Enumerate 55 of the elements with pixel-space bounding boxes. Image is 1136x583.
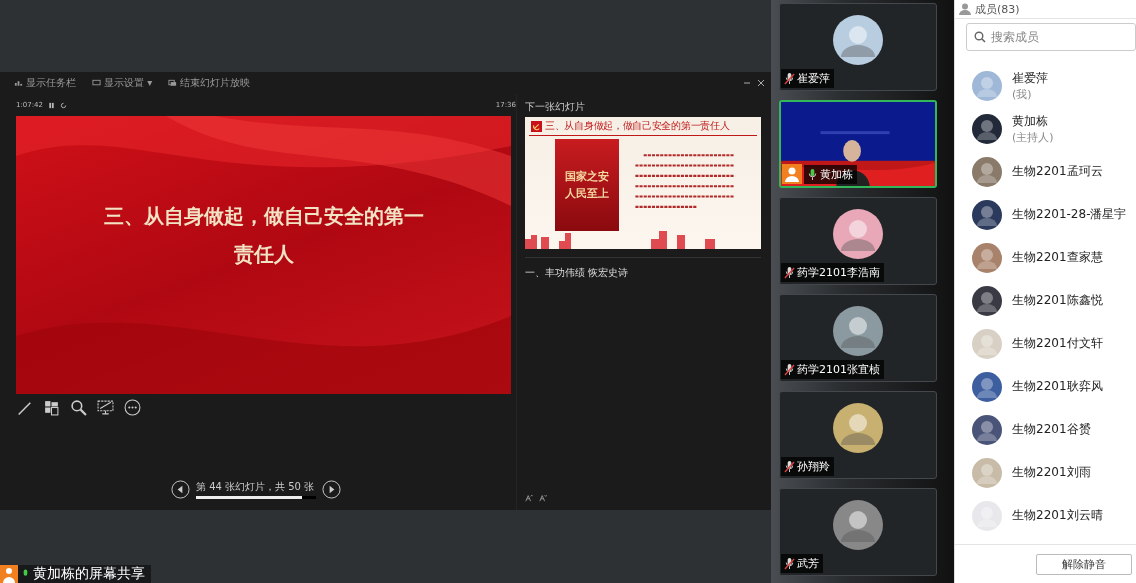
pause-icon[interactable] bbox=[48, 101, 55, 109]
next-slide-label: 下一张幻灯片 bbox=[525, 100, 586, 114]
member-item[interactable]: 生物2201耿弈风 bbox=[955, 365, 1136, 408]
minimize-icon[interactable] bbox=[743, 79, 751, 87]
slide-heading: 三、从自身做起，做自己安全的第一责任人 bbox=[545, 119, 730, 133]
video-tile[interactable]: 武芳 bbox=[779, 488, 937, 576]
search-icon bbox=[974, 31, 986, 43]
slides-grid-icon[interactable] bbox=[43, 399, 60, 416]
member-item[interactable]: 生物2201刘雨 bbox=[955, 451, 1136, 494]
display-icon bbox=[92, 79, 101, 87]
poster-title: 国家之安 bbox=[565, 169, 609, 184]
next-slide-icon[interactable] bbox=[322, 479, 341, 499]
member-item[interactable]: 生物2201查家慧 bbox=[955, 236, 1136, 279]
member-item[interactable]: 黄加栋 (主持人) bbox=[955, 107, 1136, 150]
previous-slide-icon[interactable] bbox=[171, 479, 190, 499]
video-tile[interactable]: 药学2101李浩南 bbox=[779, 197, 937, 285]
slide-counter: 第 44 张幻灯片，共 50 张 bbox=[196, 479, 316, 494]
search-field[interactable]: 搜索成员 bbox=[966, 23, 1136, 51]
font-increase-icon[interactable] bbox=[525, 494, 533, 502]
name-label: 武芳 bbox=[781, 554, 823, 573]
toolbar-button[interactable]: 结束幻灯片放映 bbox=[168, 76, 251, 90]
members-title: 成员(83) bbox=[975, 1, 1020, 17]
person-icon bbox=[782, 164, 802, 184]
monitor-icon[interactable] bbox=[97, 399, 114, 416]
slides-icon bbox=[168, 79, 178, 87]
font-decrease-icon[interactable] bbox=[539, 494, 547, 502]
poster-subtitle: 人民至上 bbox=[565, 186, 609, 201]
member-item[interactable]: 崔爱萍 (我) bbox=[955, 64, 1136, 107]
zoom-icon[interactable] bbox=[70, 399, 87, 416]
member-item[interactable]: 生物2201孟珂云 bbox=[955, 150, 1136, 193]
member-item[interactable]: 生物2201付文轩 bbox=[955, 322, 1136, 365]
taskbar-icon bbox=[14, 79, 23, 87]
video-tile[interactable]: 药学2101张宜桢 bbox=[779, 294, 937, 382]
more-icon[interactable] bbox=[124, 399, 141, 416]
name-label: 崔爱萍 bbox=[781, 69, 834, 88]
toolbar-button[interactable]: 显示设置 ▾ bbox=[92, 76, 153, 90]
reset-icon[interactable] bbox=[60, 101, 67, 109]
screen-share-label: 黄加栋的屏幕共享 bbox=[0, 565, 151, 583]
person-icon bbox=[0, 565, 18, 583]
member-item[interactable]: 生物2201谷赟 bbox=[955, 408, 1136, 451]
name-label: 药学2101李浩南 bbox=[781, 263, 884, 282]
name-label: 药学2101张宜桢 bbox=[781, 360, 884, 379]
video-tile[interactable]: 黄加栋 bbox=[779, 100, 937, 188]
toolbar-button[interactable]: 显示任务栏 bbox=[14, 76, 76, 90]
member-item[interactable]: 生物2201陈鑫悦 bbox=[955, 279, 1136, 322]
member-item[interactable]: 生物2201刘云晴 bbox=[955, 494, 1136, 537]
unmute-button[interactable]: 解除静音 bbox=[1036, 553, 1132, 575]
close-icon[interactable] bbox=[757, 79, 765, 87]
video-tile[interactable]: 崔爱萍 bbox=[779, 3, 937, 91]
member-item[interactable]: 生物2201-28-潘星宇 bbox=[955, 193, 1136, 236]
name-label: 孙翔羚 bbox=[781, 457, 834, 476]
video-tile[interactable]: 孙翔羚 bbox=[779, 391, 937, 479]
speaker-notes: 一、丰功伟绩 恢宏史诗 bbox=[525, 266, 630, 280]
person-icon bbox=[959, 3, 971, 15]
slide-title: 三、从自身做起，做自己安全的第一责任人 bbox=[102, 203, 425, 268]
